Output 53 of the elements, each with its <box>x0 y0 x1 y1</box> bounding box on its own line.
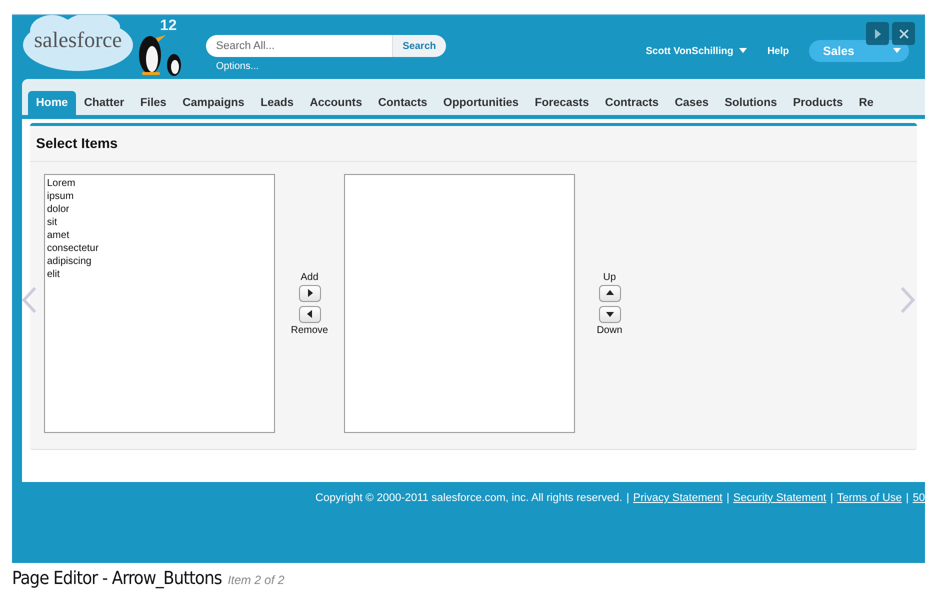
up-triangle-icon <box>604 288 614 298</box>
separator: | <box>726 492 730 504</box>
list-option[interactable]: adipiscing <box>47 255 272 268</box>
nav-tab[interactable]: Re <box>850 91 882 115</box>
up-button[interactable] <box>598 284 620 302</box>
remove-button[interactable] <box>298 306 320 322</box>
nav-tab[interactable]: Accounts <box>302 91 370 115</box>
caret-icon <box>893 48 901 54</box>
nav-tab[interactable]: Files <box>132 91 174 115</box>
nav-tab[interactable]: Forecasts <box>526 91 598 115</box>
caption-title: Page Editor - Arrow_Buttons <box>12 568 222 589</box>
copyright-text: Copyright © 2000-2011 salesforce.com, inc. All rights reserved. <box>315 492 622 504</box>
list-option[interactable]: dolor <box>47 203 272 216</box>
section-title: Select Items <box>30 126 917 162</box>
add-button[interactable] <box>298 284 320 302</box>
play-icon <box>874 28 882 38</box>
nav-tab[interactable]: Leads <box>252 91 302 115</box>
list-option[interactable]: Lorem <box>47 177 272 190</box>
search-button[interactable]: Search <box>392 35 446 57</box>
up-label: Up <box>603 272 616 282</box>
logo-text: salesforce <box>34 27 122 53</box>
nav-tab[interactable]: Opportunities <box>435 91 527 115</box>
caret-icon <box>739 48 748 54</box>
list-option[interactable]: amet <box>47 229 272 242</box>
list-option[interactable]: ipsum <box>47 190 272 203</box>
left-triangle-icon <box>304 309 314 319</box>
chevron-left-icon[interactable] <box>20 286 38 314</box>
separator: | <box>830 492 834 504</box>
down-label: Down <box>596 324 622 336</box>
list-option[interactable]: elit <box>47 268 272 281</box>
down-button[interactable] <box>598 306 620 322</box>
play-button[interactable] <box>866 22 889 45</box>
down-triangle-icon <box>604 309 614 319</box>
nav-tab[interactable]: Products <box>785 91 851 115</box>
close-icon <box>898 28 908 38</box>
search-field[interactable]: Search All... <box>206 35 392 57</box>
nav-tab[interactable]: Campaigns <box>174 91 252 115</box>
nav-tab[interactable]: Contacts <box>370 91 436 115</box>
nav-tab[interactable]: Chatter <box>76 91 132 115</box>
nav-tab[interactable]: Solutions <box>716 91 785 115</box>
close-button[interactable] <box>892 22 915 45</box>
list-option[interactable]: consectetur <box>47 242 272 255</box>
nav-tab[interactable]: Contracts <box>597 91 667 115</box>
available-list[interactable]: Lorem ipsum dolor sit amet consectetur adipiscing elit <box>44 174 275 433</box>
separator: | <box>906 492 909 504</box>
cloud-logo-icon <box>22 15 134 73</box>
remove-label: Remove <box>290 324 328 336</box>
nav-tab[interactable]: Cases <box>666 91 717 115</box>
separator: | <box>626 492 630 504</box>
release-number: 12 <box>160 17 177 34</box>
item-counter: Item 2 of 2 <box>228 573 284 587</box>
add-label: Add <box>300 272 318 282</box>
list-option[interactable]: sit <box>47 216 272 229</box>
